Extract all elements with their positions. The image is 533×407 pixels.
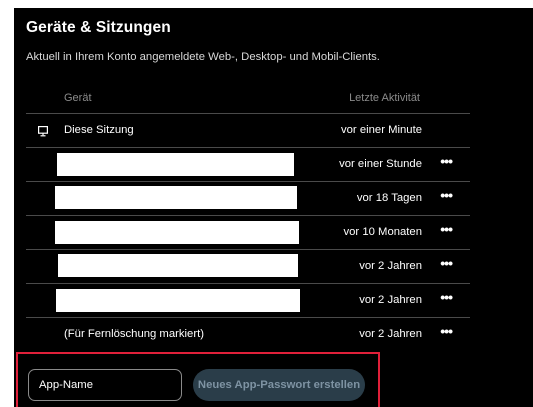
redacted-device-name xyxy=(57,153,294,176)
table-row: vor 2 Jahren ••• xyxy=(26,284,470,318)
last-activity: vor 2 Jahren xyxy=(359,294,422,306)
table-row: vor einer Stunde ••• xyxy=(26,148,470,182)
table-row: vor 10 Monaten ••• xyxy=(26,216,470,250)
redacted-device-name xyxy=(55,221,299,244)
last-activity: vor 2 Jahren xyxy=(359,260,422,272)
more-options-icon[interactable]: ••• xyxy=(440,153,453,169)
device-label: Diese Sitzung xyxy=(64,124,134,136)
column-header-activity: Letzte Aktivität xyxy=(349,92,420,104)
more-options-icon[interactable]: ••• xyxy=(440,187,453,203)
redacted-device-name xyxy=(55,186,297,209)
more-options-icon[interactable]: ••• xyxy=(440,221,453,237)
last-activity: vor 2 Jahren xyxy=(359,328,422,340)
more-options-icon[interactable]: ••• xyxy=(440,289,453,305)
table-row: Diese Sitzung vor einer Minute xyxy=(26,114,470,148)
section-subtitle: Aktuell in Ihrem Konto angemeldete Web-,… xyxy=(26,51,380,63)
devices-sessions-panel: Geräte & Sitzungen Aktuell in Ihrem Kont… xyxy=(14,8,533,407)
more-options-icon[interactable]: ••• xyxy=(440,323,453,339)
table-row: vor 18 Tagen ••• xyxy=(26,182,470,216)
table-header: Gerät Letzte Aktivität xyxy=(26,86,470,114)
last-activity: vor einer Minute xyxy=(341,124,422,136)
column-header-device: Gerät xyxy=(64,92,92,104)
last-activity: vor 18 Tagen xyxy=(356,192,422,204)
device-label: (Für Fernlöschung markiert) xyxy=(64,328,204,340)
app-name-input[interactable] xyxy=(28,369,182,401)
redacted-device-name xyxy=(58,254,298,277)
create-app-password-button[interactable]: Neues App-Passwort erstellen xyxy=(193,369,365,401)
table-row: (Für Fernlöschung markiert) vor 2 Jahren… xyxy=(26,318,470,351)
more-options-icon[interactable]: ••• xyxy=(440,255,453,271)
section-title: Geräte & Sitzungen xyxy=(26,19,171,36)
redacted-device-name xyxy=(56,289,300,312)
table-row: vor 2 Jahren ••• xyxy=(26,250,470,284)
sessions-table: Gerät Letzte Aktivität Diese Sitzung vor… xyxy=(26,86,470,351)
app-password-section: Neues App-Passwort erstellen xyxy=(16,352,380,407)
last-activity: vor 10 Monaten xyxy=(343,226,423,238)
monitor-icon xyxy=(38,126,48,137)
last-activity: vor einer Stunde xyxy=(339,158,422,170)
